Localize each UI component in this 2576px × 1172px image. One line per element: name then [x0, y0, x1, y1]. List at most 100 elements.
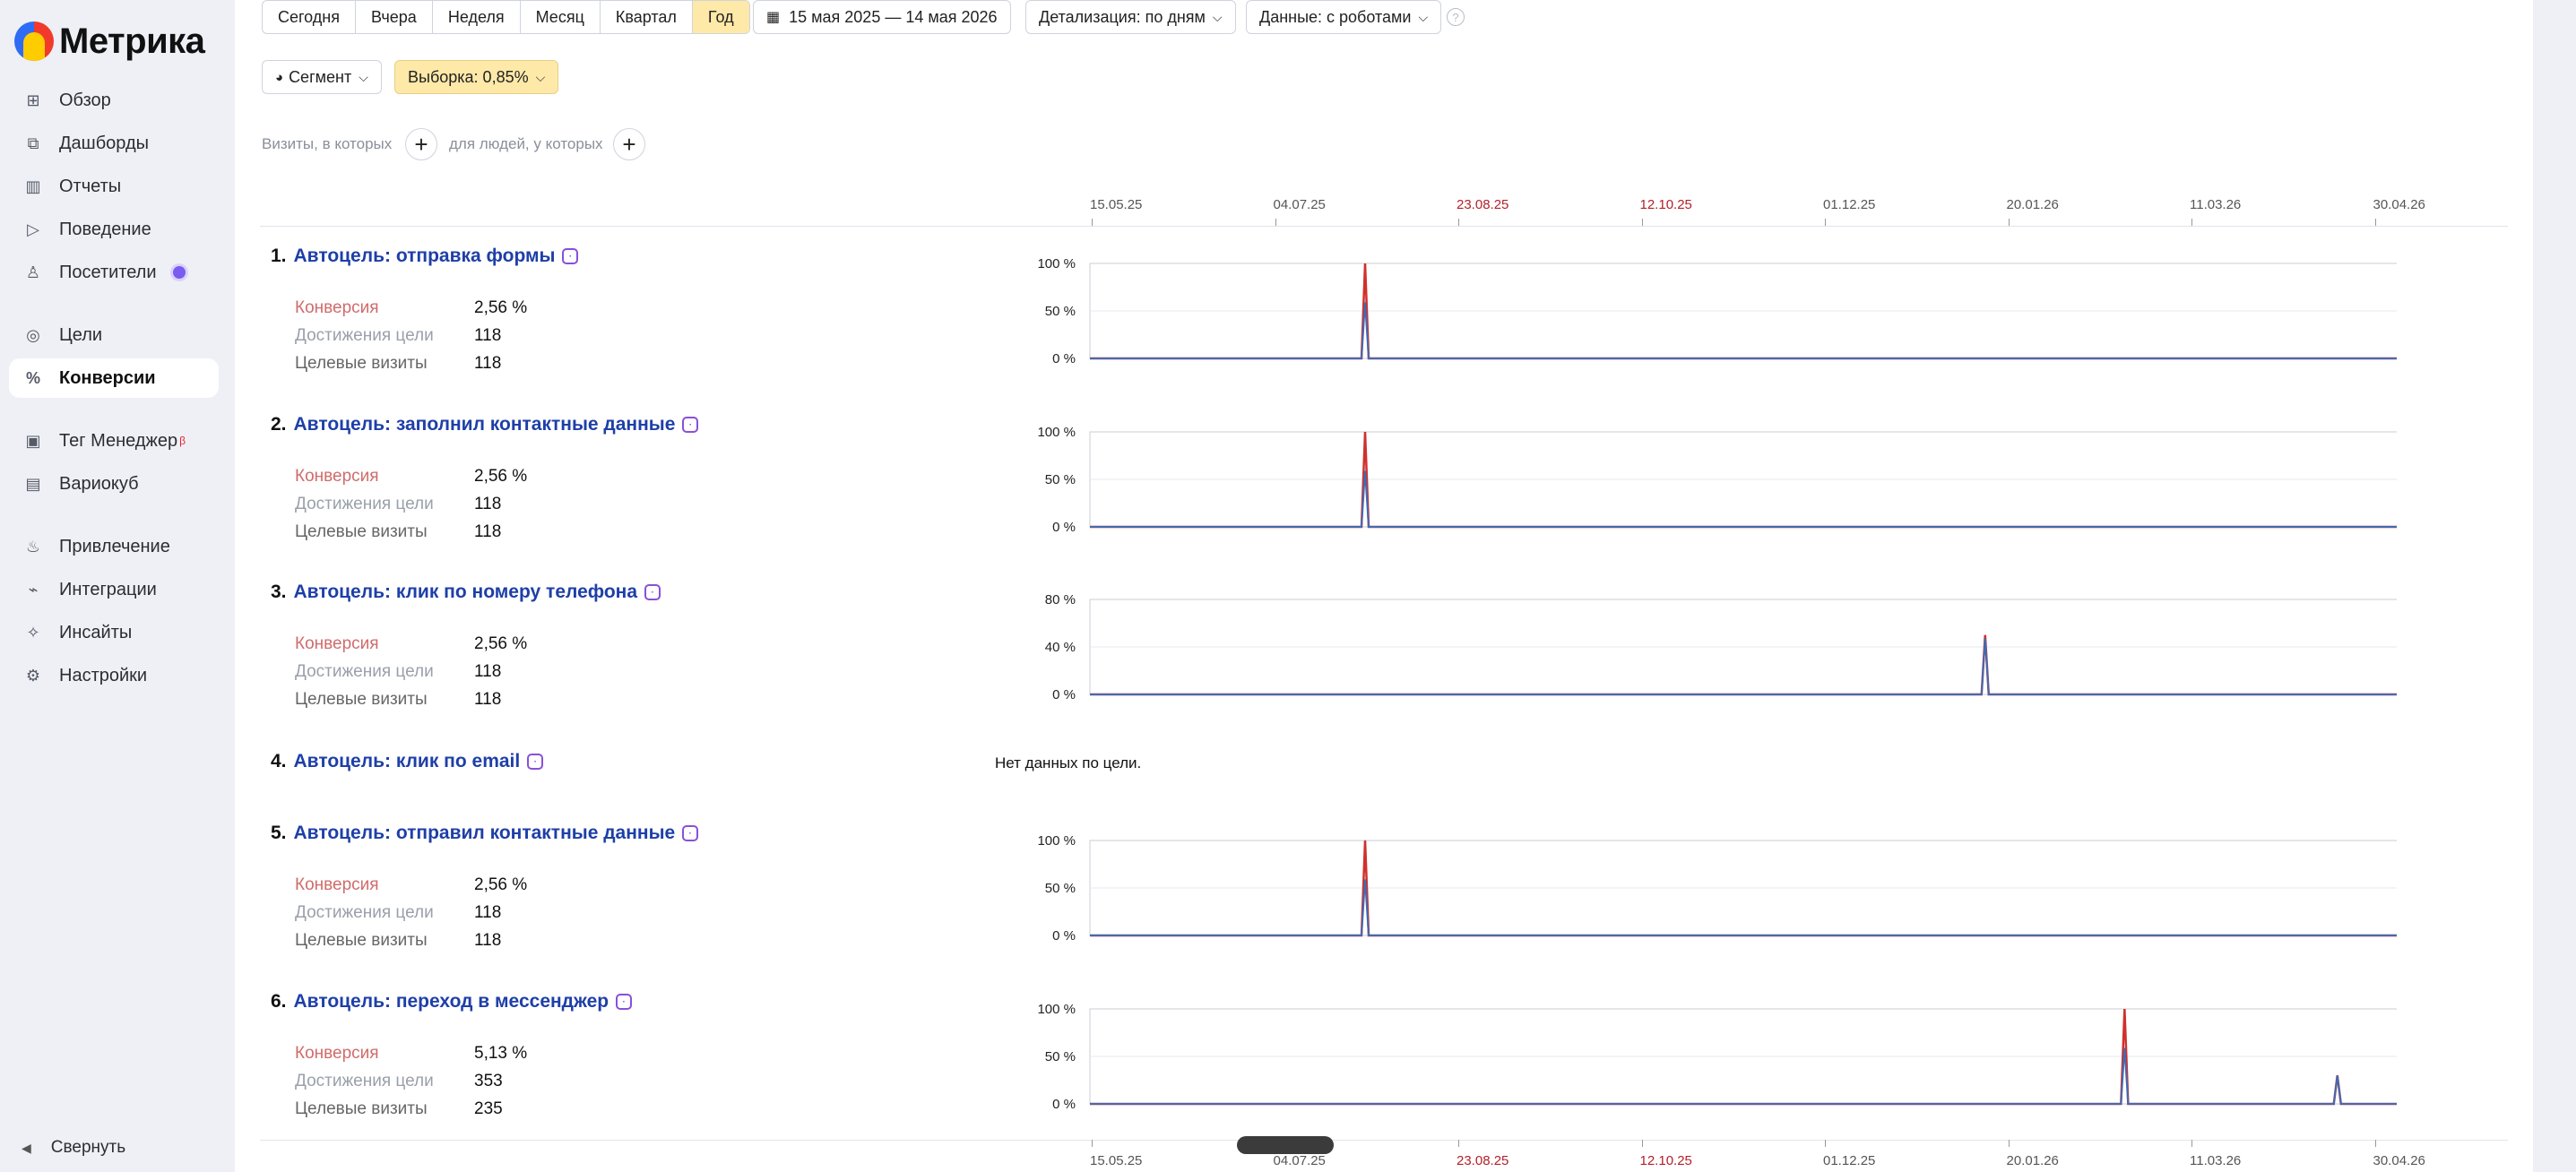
sidebar-item-bar-chart[interactable]: ▥ Отчеты	[9, 167, 219, 206]
period-1-button[interactable]: Вчера	[356, 1, 433, 33]
bar-chart-icon: ▥	[25, 177, 41, 195]
achievements-label: Достижения цели	[295, 326, 434, 345]
conversion-value: 2,56 %	[474, 298, 528, 317]
goal-title-row: 1. Автоцель: отправка формы ·	[271, 246, 579, 267]
sidebar-item-variocube[interactable]: ▤ Вариокуб	[9, 464, 219, 504]
period-3-button[interactable]: Месяц	[521, 1, 601, 33]
axis-tick	[2374, 1140, 2376, 1147]
left-tick-label: 50 %	[1045, 881, 1076, 896]
sidebar-item-dashboards[interactable]: ⧉ Дашборды	[9, 124, 219, 163]
axis-tick	[1825, 1140, 1826, 1147]
visits-label: Целевые визиты	[295, 354, 428, 373]
axis-tick	[1092, 219, 1093, 226]
add-people-filter-button[interactable]: +	[613, 128, 645, 160]
right-gutter	[2533, 0, 2576, 1172]
goal-link[interactable]: Автоцель: заполнил контактные данные	[294, 414, 676, 435]
robots-dropdown[interactable]: Данные: с роботами ⌵	[1246, 0, 1442, 34]
goal-link[interactable]: Автоцель: отправка формы	[294, 246, 556, 267]
sidebar-item-label: Вариокуб	[59, 473, 139, 494]
detail-label: Детализация: по дням	[1039, 7, 1206, 26]
collapse-sidebar-button[interactable]: ◀ Свернуть	[22, 1138, 125, 1158]
axis-date-label: 23.08.25	[1457, 1153, 1509, 1168]
sidebar-item-wand[interactable]: ✧ Инсайты	[9, 613, 219, 652]
sidebar-item-label: Цели	[59, 324, 103, 345]
metrika-logo[interactable]: Метрика	[14, 16, 205, 66]
sidebar-item-label: Интеграции	[59, 579, 157, 599]
goal-link[interactable]: Автоцель: клик по номеру телефона	[294, 582, 638, 603]
left-tick-label: 0 %	[1052, 351, 1076, 366]
sidebar-item-play[interactable]: ▷ Поведение	[9, 210, 219, 249]
chevron-down-icon: ⌵	[535, 69, 546, 84]
left-tick-label: 50 %	[1045, 304, 1076, 319]
sidebar-item-percent[interactable]: % Конверсии	[9, 358, 219, 398]
goal-chart[interactable]: 100 %50 %0 %4002000	[963, 989, 2397, 1115]
period-4-button[interactable]: Квартал	[601, 1, 693, 33]
collapse-label: Свернуть	[50, 1138, 126, 1157]
robots-label: Данные: с роботами	[1259, 7, 1412, 26]
achievements-label: Достижения цели	[295, 1072, 434, 1090]
sidebar-item-label: Настройки	[59, 665, 148, 685]
visits-label: Целевые визиты	[295, 522, 428, 541]
horizontal-scrollbar[interactable]	[1237, 1136, 1334, 1154]
help-icon[interactable]: ?	[1447, 8, 1465, 26]
left-tick-label: 0 %	[1052, 520, 1076, 535]
sidebar-item-label: Дашборды	[59, 133, 149, 153]
sidebar-item-fire[interactable]: ♨ Привлечение	[9, 527, 219, 566]
axis-tick	[1458, 219, 1459, 226]
period-0-button[interactable]: Сегодня	[263, 1, 356, 33]
achievements-label: Достижения цели	[295, 662, 434, 681]
period-5-button[interactable]: Год	[692, 1, 749, 33]
axis-tick	[1825, 219, 1826, 226]
axis-date-label: 01.12.25	[1823, 197, 1876, 212]
conversion-value: 2,56 %	[474, 875, 528, 894]
goal-chart[interactable]: 100 %50 %0 %2001000	[963, 412, 2397, 538]
axis-tick	[1641, 219, 1643, 226]
axis-tick	[2191, 1140, 2192, 1147]
add-visits-filter-button[interactable]: +	[405, 128, 437, 160]
wand-icon: ✧	[26, 623, 40, 642]
goal-chart[interactable]: 100 %50 %0 %2001000	[963, 244, 2397, 369]
chevron-down-icon: ⌵	[359, 69, 368, 84]
period-selector: Сегодня Вчера Неделя Месяц Квартал Год	[262, 0, 750, 34]
sidebar-item-label: Конверсии	[59, 367, 156, 388]
left-tick-label: 100 %	[1037, 1002, 1076, 1017]
left-tick-label: 40 %	[1045, 640, 1076, 655]
visits-value: 118	[474, 690, 502, 709]
variocube-icon: ▤	[25, 474, 41, 493]
target-icon: ◎	[26, 325, 40, 344]
sidebar-item-tag-manager[interactable]: ▣ Тег Менеджер β	[9, 421, 219, 461]
segment-dropdown[interactable]: ◕ Сегмент ⌵	[262, 60, 382, 94]
goal-link[interactable]: Автоцель: отправил контактные данные	[294, 823, 676, 844]
visits-value: 118	[474, 354, 502, 373]
sidebar-item-user[interactable]: ♙ Посетители	[9, 253, 219, 292]
conversion-label: Конверсия	[295, 1044, 379, 1063]
sidebar-item-label: Инсайты	[59, 622, 133, 642]
period-2-button[interactable]: Неделя	[433, 1, 521, 33]
main-content: Сегодня Вчера Неделя Месяц Квартал Год ▦ 15 м…	[235, 0, 2533, 1172]
goal-number: 5.	[271, 823, 287, 843]
conversion-label: Конверсия	[295, 467, 379, 486]
sidebar-item-gear[interactable]: ⚙ Настройки	[9, 656, 219, 695]
sidebar-item-plug[interactable]: ⌁ Интеграции	[9, 570, 219, 609]
sidebar-item-target[interactable]: ◎ Цели	[9, 315, 219, 355]
sidebar-item-label: Поведение	[59, 219, 151, 239]
sidebar-item-grid[interactable]: ⊞ Обзор	[9, 81, 219, 120]
divider	[260, 226, 2508, 227]
goal-chart[interactable]: 100 %50 %0 %2001000	[963, 821, 2397, 946]
goal-link[interactable]: Автоцель: переход в мессенджер	[294, 991, 609, 1013]
left-tick-label: 100 %	[1037, 425, 1076, 440]
date-range-label: 15 мая 2025 — 14 мая 2026	[789, 7, 998, 26]
left-tick-label: 50 %	[1045, 1049, 1076, 1064]
plug-icon: ⌁	[28, 580, 39, 599]
sample-dropdown[interactable]: Выборка: 0,85% ⌵	[394, 60, 559, 94]
chevron-down-icon: ⌵	[1418, 9, 1429, 24]
goal-number: 2.	[271, 414, 287, 435]
goal-chart[interactable]: 80 %40 %0 %2001000	[963, 580, 2397, 705]
conversion-label: Конверсия	[295, 875, 379, 894]
goal-number: 3.	[271, 582, 287, 602]
goal-link[interactable]: Автоцель: клик по email	[294, 751, 521, 772]
date-range-button[interactable]: ▦ 15 мая 2025 — 14 мая 2026	[753, 0, 1011, 34]
people-filter-label: для людей, у которых	[449, 135, 603, 152]
goal-title-row: 4. Автоцель: клик по email ·	[271, 751, 544, 772]
detail-dropdown[interactable]: Детализация: по дням ⌵	[1025, 0, 1236, 34]
